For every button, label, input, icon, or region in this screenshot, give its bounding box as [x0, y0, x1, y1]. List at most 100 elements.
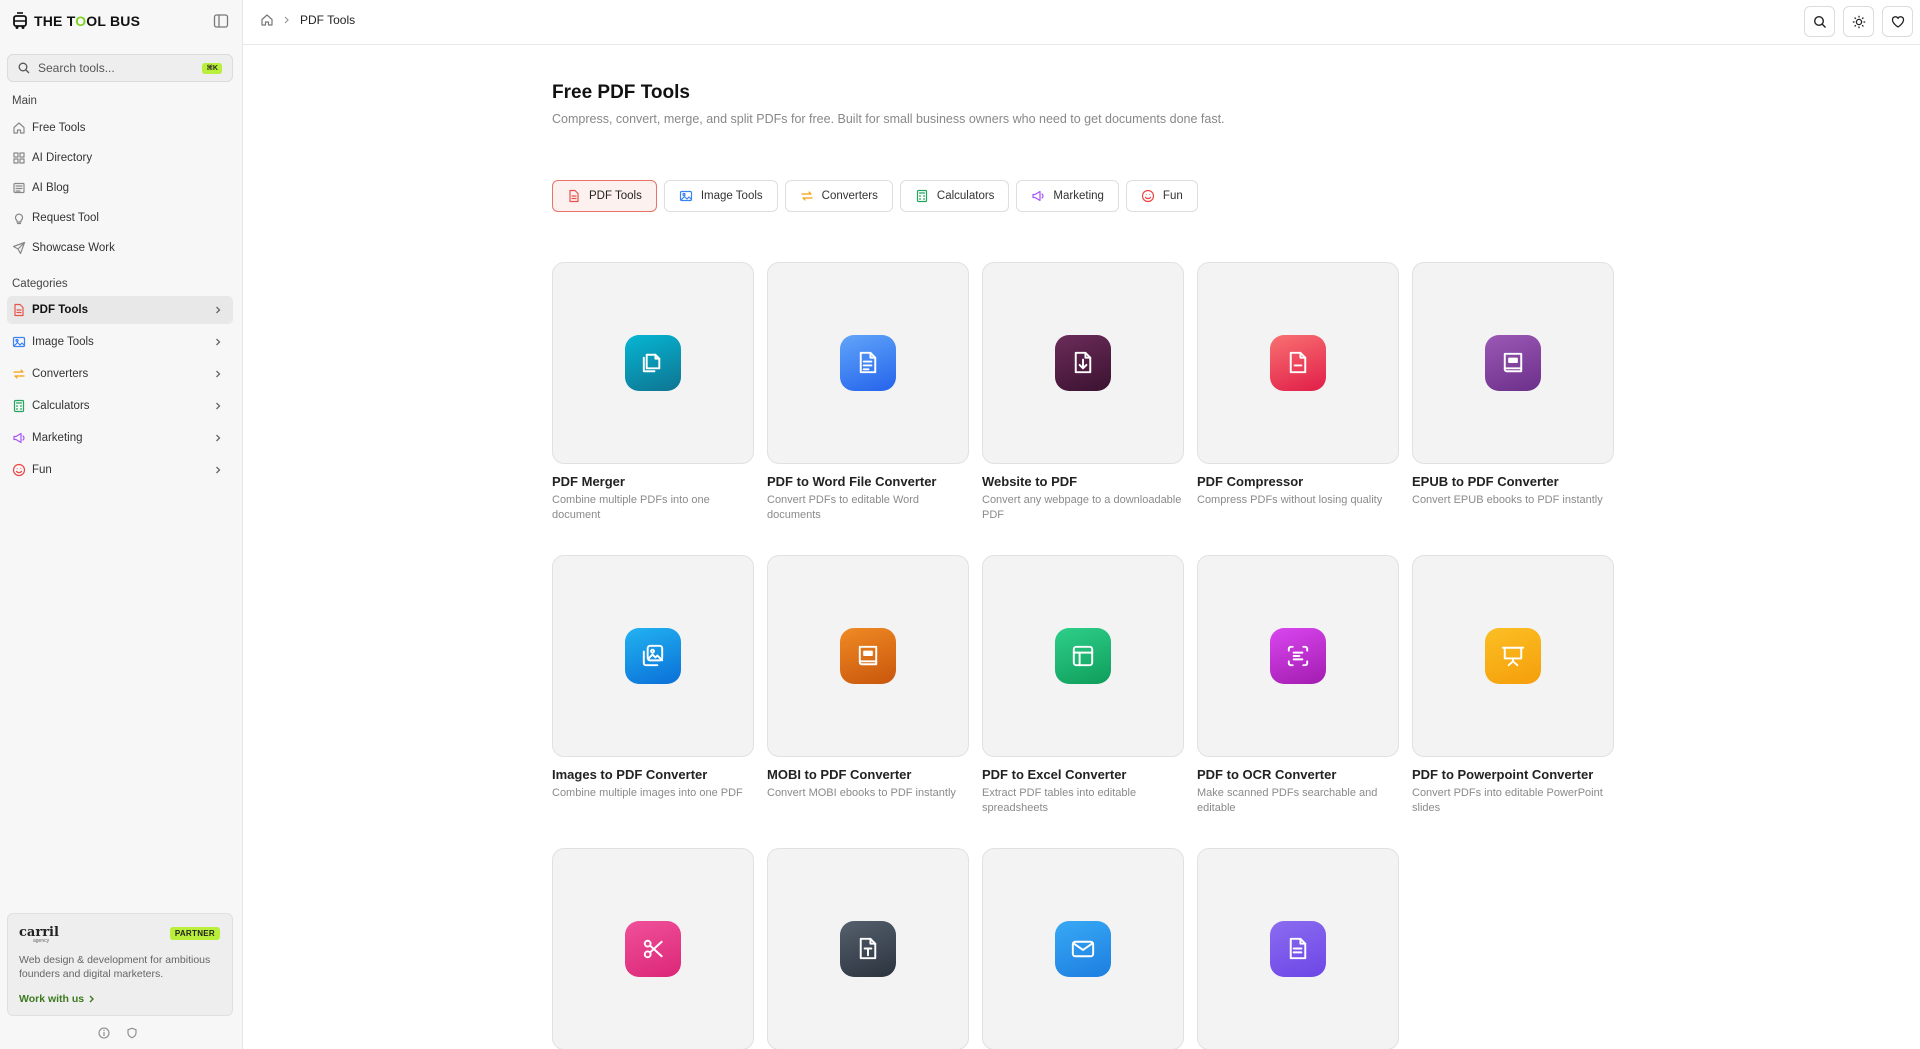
tool-thumbnail[interactable] [552, 262, 754, 464]
sidebar-item-label: Converters [32, 368, 89, 380]
tool-thumbnail[interactable] [767, 848, 969, 1049]
file-minus-icon [1270, 335, 1326, 391]
file-download-icon [1055, 335, 1111, 391]
chevron-right-icon [213, 465, 223, 475]
sidebar-toggle-icon[interactable] [213, 13, 229, 29]
tool-card[interactable]: PDF Compressor Compress PDFs without losi… [1197, 262, 1399, 508]
page-title: Free PDF Tools [552, 82, 690, 103]
send-icon [12, 241, 26, 255]
search-box[interactable]: ⌘K [7, 54, 233, 82]
tool-thumbnail[interactable] [1412, 262, 1614, 464]
work-with-us-link[interactable]: Work with us [19, 993, 95, 1005]
tool-name[interactable]: PDF to Powerpoint Converter [1412, 767, 1614, 782]
tool-card[interactable]: PDF to OCR Converter Make scanned PDFs se… [1197, 555, 1399, 816]
sidebar-category-marketing[interactable]: Marketing [7, 424, 233, 452]
tool-card[interactable]: Website to PDF Convert any webpage to a d… [982, 262, 1184, 523]
tool-thumbnail[interactable] [982, 262, 1184, 464]
sidebar-item-free-tools[interactable]: Free Tools [7, 114, 233, 142]
tab-marketing[interactable]: Marketing [1016, 180, 1119, 212]
home-icon[interactable] [260, 13, 274, 27]
tool-description: Convert EPUB ebooks to PDF instantly [1412, 494, 1603, 506]
tool-description: Convert MOBI ebooks to PDF instantly [767, 787, 956, 799]
tool-card[interactable]: PDF to Excel Converter Extract PDF tables… [982, 555, 1184, 816]
tool-thumbnail[interactable] [1197, 262, 1399, 464]
tool-name[interactable]: PDF to Excel Converter [982, 767, 1184, 782]
sidebar-item-ai-directory[interactable]: AI Directory [7, 144, 233, 172]
tool-thumbnail[interactable] [767, 262, 969, 464]
tool-card[interactable]: MOBI to PDF Converter Convert MOBI ebooks… [767, 555, 969, 801]
sidebar-category-fun[interactable]: Fun [7, 456, 233, 484]
tool-card[interactable] [982, 848, 1184, 1049]
tool-description: Combine multiple PDFs into one document [552, 494, 710, 521]
tool-card[interactable]: Images to PDF Converter Combine multiple … [552, 555, 754, 801]
tool-thumbnail[interactable] [552, 848, 754, 1049]
tool-name[interactable]: PDF Compressor [1197, 474, 1399, 489]
tool-name[interactable]: MOBI to PDF Converter [767, 767, 969, 782]
tab-image-tools[interactable]: Image Tools [663, 180, 778, 212]
chevron-right-icon [284, 16, 289, 24]
chevron-right-icon [213, 337, 223, 347]
sidebar-category-image-tools[interactable]: Image Tools [7, 328, 233, 356]
tool-thumbnail[interactable] [982, 848, 1184, 1049]
search-input[interactable] [38, 61, 188, 75]
calculator-icon [12, 399, 26, 413]
tool-name[interactable]: Website to PDF [982, 474, 1184, 489]
file-text-t-icon [840, 921, 896, 977]
sidebar-item-request-tool[interactable]: Request Tool [7, 204, 233, 232]
megaphone-icon [1031, 189, 1045, 203]
partner-badge: PARTNER [169, 927, 220, 940]
tool-thumbnail[interactable] [1412, 555, 1614, 757]
file-lines-icon [1270, 921, 1326, 977]
logo[interactable]: THE TOOL BUS [12, 12, 140, 30]
pdf-icon [12, 303, 26, 317]
tool-name[interactable]: EPUB to PDF Converter [1412, 474, 1614, 489]
tool-card[interactable]: PDF to Powerpoint Converter Convert PDFs … [1412, 555, 1614, 816]
tool-card[interactable]: EPUB to PDF Converter Convert EPUB ebooks… [1412, 262, 1614, 508]
tab-fun[interactable]: Fun [1125, 180, 1198, 212]
tool-name[interactable]: Images to PDF Converter [552, 767, 754, 782]
image-icon [12, 335, 26, 349]
sidebar-item-label: Marketing [32, 432, 83, 444]
search-shortcut-badge: ⌘K [202, 63, 222, 74]
tool-thumbnail[interactable] [767, 555, 969, 757]
tool-thumbnail[interactable] [982, 555, 1184, 757]
table-icon [1055, 628, 1111, 684]
tool-description: Compress PDFs without losing quality [1197, 494, 1383, 506]
sidebar-category-converters[interactable]: Converters [7, 360, 233, 388]
chevron-right-icon [213, 401, 223, 411]
chevron-right-icon [89, 995, 95, 1003]
shield-icon[interactable] [126, 1027, 138, 1039]
sidebar-item-showcase-work[interactable]: Showcase Work [7, 234, 233, 262]
tool-card[interactable]: PDF Merger Combine multiple PDFs into one… [552, 262, 754, 523]
tool-card[interactable]: PDF to Word File Converter Convert PDFs t… [767, 262, 969, 523]
tool-name[interactable]: PDF Merger [552, 474, 754, 489]
tool-name[interactable]: PDF to OCR Converter [1197, 767, 1399, 782]
sidebar-category-pdf-tools[interactable]: PDF Tools [7, 296, 233, 324]
tool-card[interactable] [767, 848, 969, 1049]
home-icon [12, 121, 26, 135]
sidebar-item-label: Fun [32, 464, 52, 476]
partner-card[interactable]: carril agency PARTNER Web design & develo… [7, 913, 233, 1016]
tool-thumbnail[interactable] [552, 555, 754, 757]
tool-name[interactable]: PDF to Word File Converter [767, 474, 969, 489]
tab-label: Fun [1162, 190, 1183, 202]
document-icon [840, 335, 896, 391]
search-button[interactable] [1804, 6, 1835, 37]
tab-calculators[interactable]: Calculators [899, 180, 1010, 212]
tool-card[interactable] [552, 848, 754, 1049]
tab-converters[interactable]: Converters [784, 180, 893, 212]
tool-thumbnail[interactable] [1197, 555, 1399, 757]
info-icon[interactable] [98, 1027, 110, 1039]
theme-toggle-button[interactable] [1843, 6, 1874, 37]
tool-card[interactable] [1197, 848, 1399, 1049]
page-subtitle: Compress, convert, merge, and split PDFs… [552, 112, 1225, 126]
sidebar-item-ai-blog[interactable]: AI Blog [7, 174, 233, 202]
tool-thumbnail[interactable] [1197, 848, 1399, 1049]
sidebar-item-label: Request Tool [32, 212, 99, 224]
favorites-button[interactable] [1882, 6, 1913, 37]
sidebar-item-label: AI Blog [32, 182, 70, 194]
tab-pdf-tools[interactable]: PDF Tools [552, 180, 657, 212]
lightbulb-icon [12, 211, 26, 225]
sidebar-category-calculators[interactable]: Calculators [7, 392, 233, 420]
book-pdf-icon [840, 628, 896, 684]
